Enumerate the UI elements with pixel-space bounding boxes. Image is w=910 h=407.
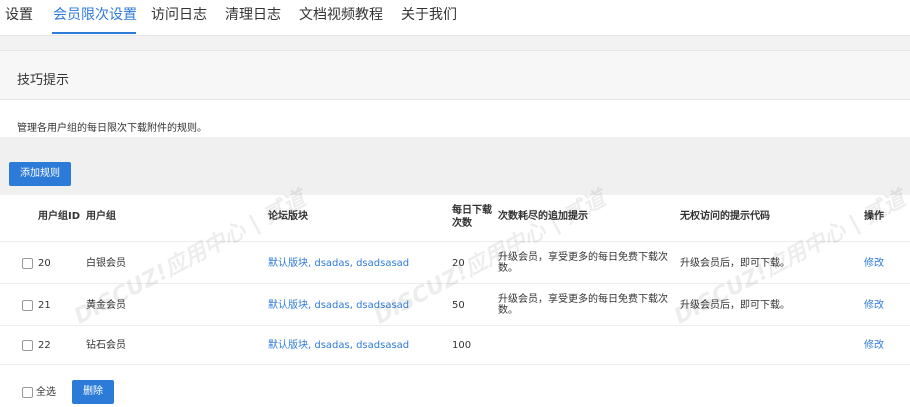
- cell-daily-limit: 20: [452, 258, 465, 269]
- tips-title: 技巧提示: [17, 73, 70, 88]
- row-checkbox[interactable]: [22, 300, 33, 311]
- cell-group: 钻石会员: [86, 340, 126, 351]
- cell-forums-link[interactable]: 默认版块, dsadas, dsadsasad: [268, 300, 409, 312]
- select-all-label[interactable]: 全选: [36, 387, 56, 399]
- cell-exhausted-tip: 升级会员，享受更多的每日免费下载次数。: [498, 252, 668, 274]
- divider-band: [0, 36, 910, 50]
- select-all-checkbox[interactable]: [22, 387, 33, 398]
- cell-group-id: 21: [38, 300, 51, 311]
- edit-link[interactable]: 修改: [864, 258, 884, 270]
- header-group: 用户组: [86, 211, 116, 222]
- row-divider: [0, 241, 910, 242]
- active-tab-indicator: [52, 32, 136, 34]
- cell-group: 黄金会员: [86, 300, 126, 311]
- header-no-permission-code: 无权访问的提示代码: [680, 211, 770, 222]
- tab-bar: 设置 会员限次设置 访问日志 清理日志 文档视频教程 关于我们: [0, 0, 910, 36]
- delete-button[interactable]: 删除: [72, 380, 114, 404]
- header-daily-limit-line2: 次数: [452, 218, 472, 229]
- header-exhausted-tip: 次数耗尽的追加提示: [498, 211, 588, 222]
- edit-link[interactable]: 修改: [864, 300, 884, 312]
- row-divider: [0, 364, 910, 365]
- tips-header: 技巧提示: [0, 50, 910, 100]
- tips-text: 管理各用户组的每日限次下载附件的规则。: [17, 123, 207, 134]
- row-divider: [0, 283, 910, 284]
- cell-group-id: 22: [38, 340, 51, 351]
- cell-no-permission-code: 升级会员后，即可下载。: [680, 258, 790, 269]
- cell-exhausted-tip: 升级会员，享受更多的每日免费下载次数。: [498, 294, 668, 316]
- tab-doc-video[interactable]: 文档视频教程: [299, 4, 383, 24]
- cell-group-id: 20: [38, 258, 51, 269]
- cell-no-permission-code: 升级会员后，即可下载。: [680, 300, 790, 311]
- header-group-id: 用户组ID: [38, 211, 81, 222]
- header-forums: 论坛版块: [268, 211, 308, 222]
- row-checkbox[interactable]: [22, 340, 33, 351]
- row-divider: [0, 325, 910, 326]
- cell-daily-limit: 50: [452, 300, 465, 311]
- tab-access-log[interactable]: 访问日志: [151, 4, 207, 24]
- tab-about[interactable]: 关于我们: [401, 4, 457, 24]
- cell-group: 白银会员: [86, 258, 126, 269]
- toolbar: [0, 137, 910, 195]
- edit-link[interactable]: 修改: [864, 340, 884, 352]
- cell-daily-limit: 100: [452, 340, 472, 351]
- cell-forums-link[interactable]: 默认版块, dsadas, dsadsasad: [268, 258, 409, 270]
- row-checkbox[interactable]: [22, 258, 33, 269]
- tab-settings[interactable]: 设置: [5, 4, 33, 24]
- header-action: 操作: [864, 211, 884, 222]
- tab-member-limit[interactable]: 会员限次设置: [53, 4, 137, 24]
- header-daily-limit-line1: 每日下载: [452, 205, 492, 216]
- cell-forums-link[interactable]: 默认版块, dsadas, dsadsasad: [268, 340, 409, 352]
- add-rule-button[interactable]: 添加规则: [9, 162, 71, 186]
- tab-clear-log[interactable]: 清理日志: [225, 4, 281, 24]
